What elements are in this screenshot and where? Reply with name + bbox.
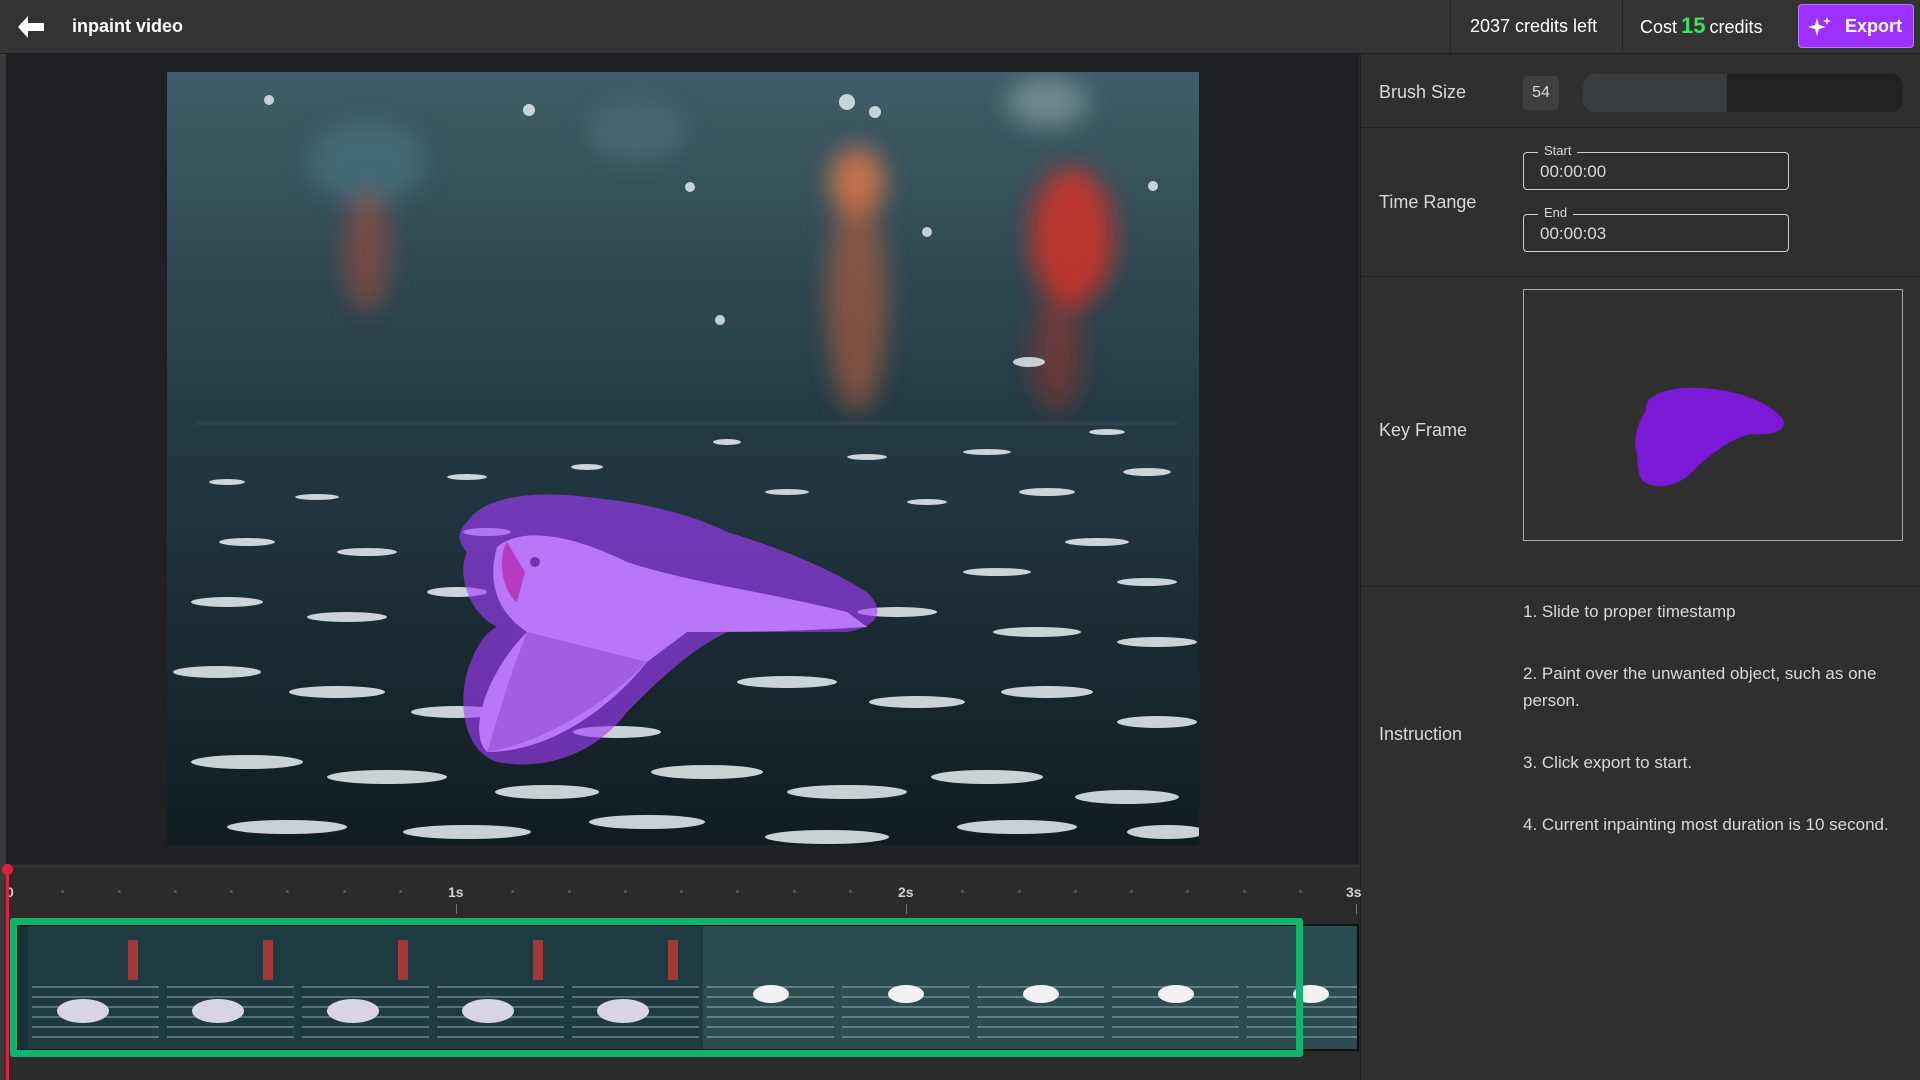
tick-label-2s: 2s (898, 884, 914, 900)
cost-display: Cost 15 credits (1640, 13, 1763, 39)
instruction-label: Instruction (1379, 724, 1463, 744)
minor-tick (792, 890, 796, 893)
major-tick (1356, 904, 1357, 914)
minor-tick (173, 890, 177, 893)
minor-tick (848, 890, 852, 893)
minor-tick (286, 890, 290, 893)
minor-tick (961, 890, 965, 893)
brush-size-value: 54 (1523, 76, 1559, 110)
brush-size-slider[interactable] (1583, 74, 1903, 112)
instruction-step-2: 2. Paint over the unwanted object, such … (1523, 664, 1877, 710)
key-frame-mask-image (1635, 387, 1784, 487)
key-frame-preview (1523, 289, 1903, 541)
major-tick (906, 904, 907, 914)
arrow-left-icon (18, 16, 44, 38)
cost-suffix: credits (1709, 17, 1763, 37)
video-frame-image (167, 72, 1199, 845)
playhead-handle[interactable] (2, 864, 13, 875)
export-label: Export (1845, 16, 1903, 36)
minor-tick (230, 890, 233, 893)
instruction-step-3: 3. Click export to start. (1523, 753, 1693, 772)
minor-tick (1242, 890, 1246, 893)
minor-tick (680, 890, 683, 893)
minor-tick (1186, 890, 1190, 893)
minor-tick (1017, 890, 1021, 893)
divider (1361, 127, 1920, 128)
minor-tick (398, 890, 402, 893)
tick-label-3s: 3s (1346, 884, 1362, 900)
divider (1450, 0, 1451, 53)
minor-tick (117, 890, 121, 893)
timeline-ruler (6, 866, 1359, 867)
credits-left: 2037 credits left (1470, 16, 1598, 36)
minor-tick (1130, 890, 1133, 893)
instruction-step-1: 1. Slide to proper timestamp (1523, 602, 1736, 621)
key-frame-label: Key Frame (1379, 420, 1468, 440)
minor-tick (342, 890, 346, 893)
cost-prefix: Cost (1640, 17, 1678, 37)
time-range-label: Time Range (1379, 192, 1477, 212)
minor-tick (61, 890, 65, 893)
playhead[interactable] (2, 864, 13, 1080)
minor-tick (1073, 890, 1077, 893)
divider (1361, 276, 1920, 277)
end-time-legend: End (1538, 205, 1574, 220)
end-time-input[interactable] (1538, 223, 1772, 245)
start-time-field[interactable]: Start (1523, 143, 1789, 190)
start-time-legend: Start (1538, 143, 1578, 158)
brush-size-slider-fill (1583, 74, 1727, 112)
video-canvas[interactable] (167, 72, 1199, 845)
settings-panel: Brush Size 54 Time Range Start End Key F… (1360, 54, 1920, 1080)
export-button[interactable]: Export (1798, 4, 1914, 48)
page-title: inpaint video (72, 16, 184, 36)
timeline[interactable]: 0 1s 2s 3s (2, 864, 1362, 1080)
divider (1361, 586, 1920, 587)
end-time-field[interactable]: End (1523, 205, 1789, 252)
minor-tick (623, 890, 627, 893)
instruction-step-4: 4. Current inpainting most duration is 1… (1523, 815, 1889, 834)
minor-tick (736, 890, 740, 893)
tick-label-1s: 1s (448, 884, 464, 900)
top-bar: inpaint video 2037 credits left Cost 15 cr… (0, 0, 1920, 54)
major-tick (456, 904, 457, 914)
minor-tick (511, 890, 515, 893)
trim-selection[interactable] (10, 918, 1303, 1057)
minor-tick (567, 890, 571, 893)
water-sparkles (197, 422, 1177, 425)
start-time-input[interactable] (1538, 161, 1772, 183)
sparkle-icon (1808, 17, 1831, 36)
minor-tick (1298, 890, 1302, 893)
back-button[interactable] (14, 12, 48, 42)
brush-size-label: Brush Size (1379, 82, 1467, 102)
cost-value: 15 (1681, 13, 1706, 38)
divider (1622, 0, 1623, 53)
